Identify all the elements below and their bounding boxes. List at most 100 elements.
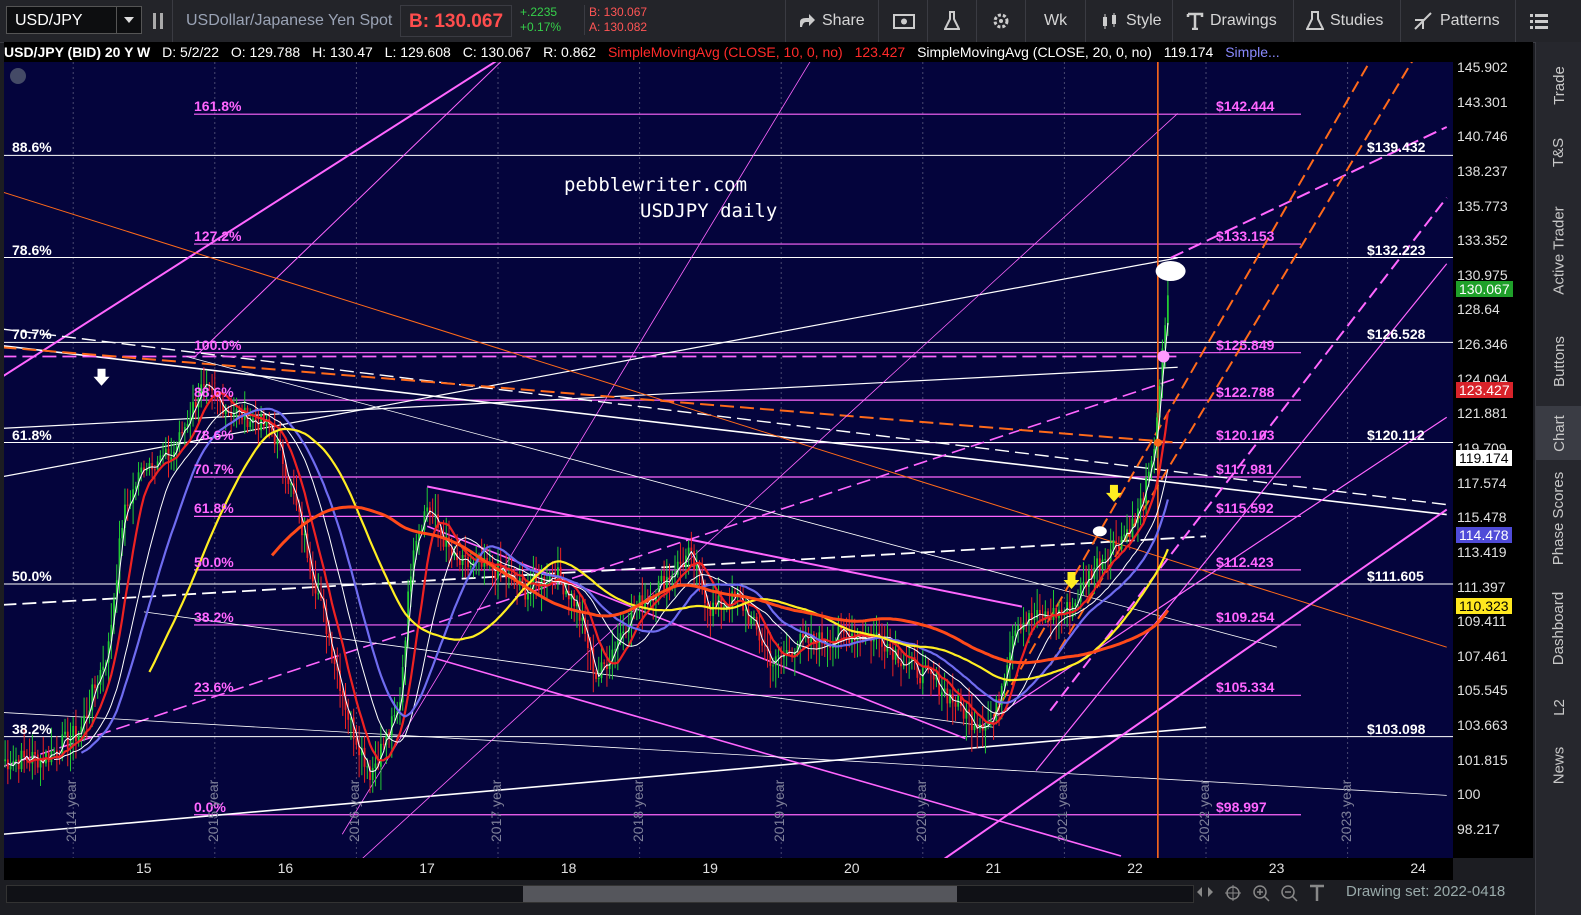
year-label: 2015 year (204, 779, 221, 842)
fib-label-magenta: 50.0% (194, 553, 234, 570)
symbol-value: USD/JPY (15, 12, 83, 29)
candle (366, 766, 369, 768)
candle (875, 632, 878, 634)
period-button[interactable]: Wk (1044, 6, 1067, 36)
sidebar-tab-active-trader[interactable]: Active Trader (1536, 186, 1581, 314)
candle (85, 715, 88, 717)
candle (660, 575, 663, 582)
candle (15, 759, 17, 762)
link-icon[interactable] (150, 6, 172, 36)
candle (153, 469, 156, 471)
sma-yellow-badge: 110.323 (1456, 598, 1512, 615)
price-tick: 117.574 (1457, 474, 1507, 491)
candle (53, 750, 56, 752)
sidebar-tab-buttons[interactable]: Buttons (1536, 318, 1581, 404)
price-tick: 100 (1457, 786, 1481, 803)
info-date: D: 5/2/22 (162, 44, 219, 60)
candle (693, 551, 695, 570)
trend-line (4, 535, 1207, 606)
sidebar-tab-label: L2 (1550, 698, 1568, 716)
flask-icon[interactable] (944, 6, 966, 36)
symbol-input[interactable]: USD/JPY (6, 6, 142, 34)
candle (597, 678, 600, 680)
candle (249, 421, 252, 427)
price-tick: 135.773 (1457, 197, 1508, 214)
text-tool-icon (1186, 12, 1204, 30)
zoom-out-icon[interactable] (1280, 884, 1298, 902)
patterns-button[interactable]: Patterns (1414, 6, 1500, 36)
candle (1052, 607, 1055, 620)
zoom-in-icon[interactable] (1252, 884, 1270, 902)
candle (1096, 558, 1098, 568)
arrows-icon[interactable] (1196, 884, 1214, 900)
candle (622, 631, 625, 634)
candle (1123, 534, 1126, 537)
fib-label-white: 70.7% (12, 326, 52, 343)
fib-label-magenta: 78.6% (194, 426, 234, 443)
candle (66, 731, 69, 749)
scrollbar-thumb[interactable] (523, 886, 957, 902)
down-arrow-icon (1105, 484, 1122, 502)
candle (1117, 545, 1120, 549)
watermark-line-2: USDJPY daily (640, 200, 778, 222)
candle (224, 410, 227, 415)
sidebar-tab-l2[interactable]: L2 (1536, 682, 1581, 732)
fib-label-magenta: 61.8% (194, 500, 234, 517)
fib-label-white: 61.8% (12, 426, 52, 443)
price-label-magenta: $142.444 (1216, 98, 1275, 115)
price-tick: 111.397 (1457, 578, 1506, 595)
candle (1028, 613, 1030, 625)
crosshair-icon[interactable] (1224, 884, 1242, 902)
candle (1101, 559, 1104, 570)
chart-scrollbar[interactable] (6, 885, 1194, 903)
candle (393, 715, 396, 717)
candle (6, 759, 9, 770)
candle (989, 720, 992, 722)
sidebar-tab-phase-scores[interactable]: Phase Scores (1536, 462, 1581, 574)
year-label: 2019 year (771, 779, 788, 842)
share-button[interactable]: Share (798, 6, 865, 36)
studies-button[interactable]: Studies (1306, 6, 1383, 36)
price-label-magenta: $105.334 (1216, 679, 1275, 696)
gear-icon[interactable] (991, 6, 1017, 36)
candle (328, 633, 331, 638)
menu-icon[interactable] (1530, 6, 1554, 36)
time-tick: 17 (419, 860, 435, 876)
sidebar-tab-label: Buttons (1550, 335, 1568, 387)
price-label-magenta: $120.103 (1216, 426, 1275, 443)
price-tick: 133.352 (1457, 232, 1508, 249)
fib-label-magenta: 23.6% (194, 679, 234, 696)
time-axis[interactable]: 15 16 17 18 19 20 21 22 23 24 (4, 858, 1453, 880)
info-more: Simple... (1225, 44, 1280, 60)
candle (595, 672, 597, 679)
candle (614, 649, 616, 651)
candle (121, 527, 124, 539)
time-tick: 19 (702, 860, 718, 876)
candle (889, 643, 892, 648)
info-sma10: SimpleMovingAvg (CLOSE, 10, 0, no) (607, 44, 843, 60)
candle (36, 754, 39, 768)
sidebar-tab-dashboard[interactable]: Dashboard (1536, 578, 1581, 678)
sidebar-tab-trade[interactable]: Trade (1536, 50, 1581, 120)
price-label-white: $139.432 (1367, 139, 1426, 156)
style-button[interactable]: Style (1100, 6, 1162, 36)
fib-label-magenta: 88.6% (194, 384, 234, 401)
year-label: 2017 year (488, 779, 504, 842)
candle (1166, 295, 1169, 326)
screenshot-icon[interactable] (893, 6, 921, 36)
drawing-set-label[interactable]: Drawing set: 2022-0418 (1346, 883, 1505, 900)
chevron-down-icon[interactable] (116, 7, 141, 33)
sidebar-tab-chart[interactable]: Chart (1536, 406, 1581, 460)
candle (140, 467, 143, 473)
watermark-line-1: pebblewriter.com (564, 174, 748, 196)
trend-line (193, 50, 513, 359)
price-chart[interactable]: 161.8% 127.2% 100.0% 88.6% 78.6% 70.7% 61.8% 50… (4, 42, 1453, 858)
price-tick: 126.346 (1457, 336, 1508, 353)
chart-canvas[interactable] (4, 42, 1453, 858)
text-tool-icon[interactable] (1308, 884, 1326, 902)
sidebar-tab-t-s[interactable]: T&S (1536, 122, 1581, 182)
price-axis[interactable]: 145.902 143.301 140.746 138.237 135.773 133.3… (1453, 42, 1533, 858)
sidebar-tab-news[interactable]: News (1536, 736, 1581, 794)
candle (954, 702, 957, 707)
drawings-button[interactable]: Drawings (1186, 6, 1277, 36)
